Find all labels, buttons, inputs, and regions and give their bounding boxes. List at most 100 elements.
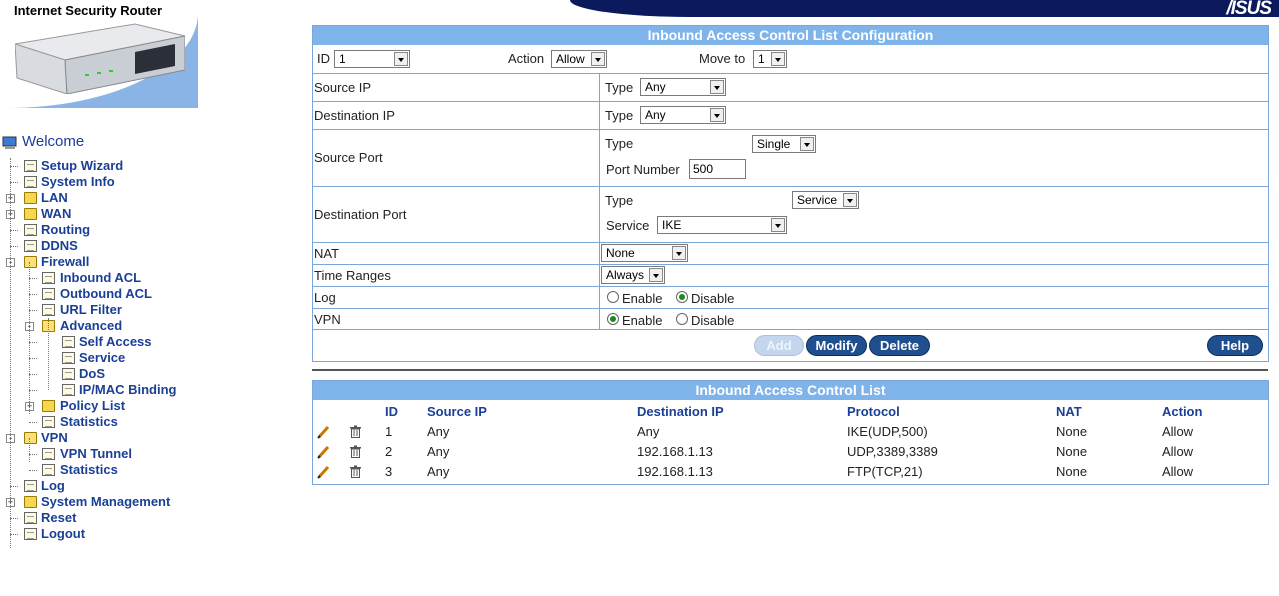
tree-item-setup-wizard[interactable]: Setup Wizard	[0, 158, 200, 174]
destination-port-type-select[interactable]: Service	[792, 191, 859, 209]
tree-item-routing[interactable]: Routing	[0, 222, 200, 238]
tree-item-vpn-tunnel[interactable]: VPN Tunnel	[0, 446, 200, 462]
tree-item-policy-list[interactable]: Policy List +	[0, 398, 200, 414]
chevron-down-icon	[771, 218, 785, 232]
edit-icon[interactable]	[316, 445, 330, 459]
tree-connector	[29, 470, 37, 471]
config-panel-title: Inbound Access Control List Configuratio…	[313, 26, 1268, 45]
tree-item-service[interactable]: Service	[0, 350, 200, 366]
tree-item-ddns[interactable]: DDNS	[0, 238, 200, 254]
nat-select[interactable]: None	[601, 244, 688, 262]
vpn-disable-label: Disable	[691, 313, 735, 328]
document-icon	[24, 512, 37, 524]
tree-item-inbound-acl[interactable]: Inbound ACL	[0, 270, 200, 286]
tree-item-self-access[interactable]: Self Access	[0, 334, 200, 350]
time-ranges-select[interactable]: Always	[601, 266, 665, 284]
service-select[interactable]: IKE	[657, 216, 787, 234]
folder-icon	[42, 400, 55, 412]
table-cell: Allow	[1162, 464, 1194, 479]
open-folder-icon	[24, 432, 37, 444]
trash-icon[interactable]	[349, 425, 362, 438]
vpn-label: VPN	[314, 312, 341, 327]
service-label: Service	[606, 218, 650, 233]
log-disable-radio[interactable]	[676, 291, 688, 303]
brand-logo: /ISUS	[1226, 0, 1272, 19]
edit-icon[interactable]	[316, 465, 330, 479]
destination-ip-type-select[interactable]: Any	[640, 106, 726, 124]
tree-line	[48, 318, 49, 390]
tree-item-label: Inbound ACL	[60, 270, 142, 285]
tree-item-welcome[interactable]: Welcome	[0, 134, 200, 150]
tree-item-lan[interactable]: LAN +	[0, 190, 200, 206]
tree-line	[29, 438, 30, 462]
log-enable-radio[interactable]	[607, 291, 619, 303]
folder-icon	[24, 192, 37, 204]
trash-icon[interactable]	[349, 445, 362, 458]
tree-item-label: Statistics	[60, 462, 118, 477]
source-ip-label: Source IP	[314, 80, 372, 95]
tree-item-label: Reset	[41, 510, 77, 525]
move-to-select[interactable]: 1	[753, 50, 787, 68]
tree-item-label: WAN	[41, 206, 72, 221]
tree-item-label: LAN	[41, 190, 68, 205]
tree-connector	[10, 534, 18, 535]
id-select[interactable]: 1	[334, 50, 410, 68]
id-label: ID	[317, 51, 330, 66]
action-select[interactable]: Allow	[551, 50, 607, 68]
folder-icon	[24, 208, 37, 220]
edit-icon[interactable]	[316, 425, 330, 439]
tree-item-system-info[interactable]: System Info	[0, 174, 200, 190]
tree-item-statistics[interactable]: Statistics	[0, 462, 200, 478]
add-button[interactable]: Add	[754, 335, 804, 356]
tree-item-wan[interactable]: WAN +	[0, 206, 200, 222]
document-icon	[24, 224, 37, 236]
vpn-disable-radio[interactable]	[676, 313, 688, 325]
tree-connector	[29, 422, 37, 423]
help-button[interactable]: Help	[1207, 335, 1263, 356]
tree-item-logout[interactable]: Logout	[0, 526, 200, 542]
vpn-enable-radio[interactable]	[607, 313, 619, 325]
table-cell: None	[1056, 464, 1088, 479]
row-vpn: VPN Enable Disable	[313, 308, 1269, 329]
delete-button[interactable]: Delete	[869, 335, 930, 356]
source-ip-type-select[interactable]: Any	[640, 78, 726, 96]
table-cell: 1	[385, 424, 393, 439]
document-icon	[62, 352, 75, 364]
tree-item-ip-mac-binding[interactable]: IP/MAC Binding	[0, 382, 200, 398]
document-icon	[42, 464, 55, 476]
document-icon	[24, 528, 37, 540]
tree-connector	[10, 246, 18, 247]
tree-item-advanced[interactable]: Advanced -	[0, 318, 200, 334]
tree-item-dos[interactable]: DoS	[0, 366, 200, 382]
source-port-type-select[interactable]: Single	[752, 135, 816, 153]
trash-icon[interactable]	[349, 465, 362, 478]
row-source-ip: Source IP Type Any	[313, 73, 1269, 101]
tree-item-outbound-acl[interactable]: Outbound ACL	[0, 286, 200, 302]
tree-item-vpn[interactable]: VPN -	[0, 430, 200, 446]
source-port-label: Source Port	[314, 150, 383, 165]
log-label: Log	[314, 290, 336, 305]
port-number-input[interactable]: 500	[689, 159, 746, 179]
tree-connector	[29, 454, 37, 455]
table-cell: IKE(UDP,500)	[847, 424, 928, 439]
computer-icon	[2, 136, 18, 150]
move-to-label: Move to	[699, 51, 746, 66]
destination-port-label: Destination Port	[314, 207, 407, 222]
tree-item-label: DDNS	[41, 238, 78, 253]
source-port-type-label: Type	[605, 136, 634, 151]
modify-button[interactable]: Modify	[806, 335, 867, 356]
tree-item-log[interactable]: Log	[0, 478, 200, 494]
tree-item-statistics[interactable]: Statistics	[0, 414, 200, 430]
top-banner: /ISUS	[570, 0, 1279, 19]
log-disable-label: Disable	[691, 291, 735, 306]
tree-item-label: Routing	[41, 222, 91, 237]
tree-item-reset[interactable]: Reset	[0, 510, 200, 526]
open-folder-icon	[24, 256, 37, 268]
table-cell: Any	[637, 424, 660, 439]
tree-item-system-management[interactable]: System Management +	[0, 494, 200, 510]
tree-item-url-filter[interactable]: URL Filter	[0, 302, 200, 318]
document-icon	[42, 272, 55, 284]
row-log: Log Enable Disable	[313, 286, 1269, 308]
tree-item-firewall[interactable]: Firewall -	[0, 254, 200, 270]
chevron-down-icon	[672, 246, 686, 260]
